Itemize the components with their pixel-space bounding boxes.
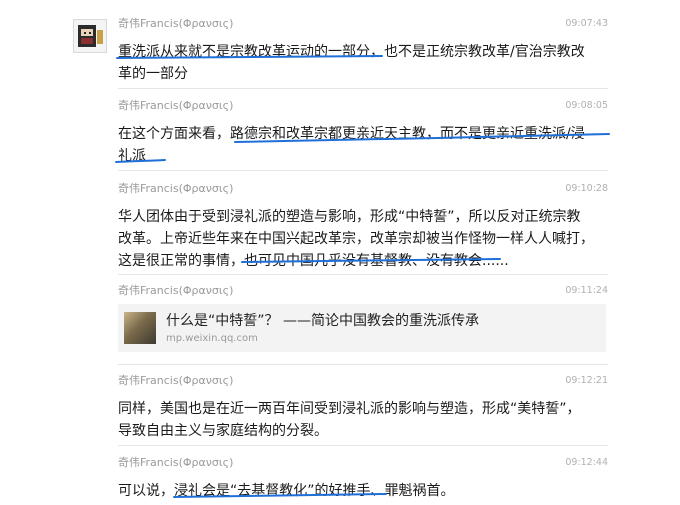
message-item[interactable]: 奇伟Francis(Φρανσις) 09:07:43 重洗派从来就不是宗教改革… bbox=[118, 17, 608, 82]
chat-history: 奇伟Francis(Φρανσις) 09:07:43 重洗派从来就不是宗教改革… bbox=[0, 0, 680, 505]
divider bbox=[118, 170, 608, 171]
link-title: 什么是“中特誓”？ ——简论中国教会的重洗派传承 bbox=[166, 313, 479, 329]
message-text: 重洗派从来就不是宗教改革运动的一部分，也不是正统宗教改革/官治宗教改 革的一部分 bbox=[118, 44, 585, 82]
divider bbox=[118, 364, 608, 365]
message-item[interactable]: 奇伟Francis(Φρανσις) 09:12:21 同样，美国也是在近一两百… bbox=[118, 374, 608, 439]
sender-name: 奇伟Francis(Φρανσις) bbox=[118, 182, 234, 195]
sender-name: 奇伟Francis(Φρανσις) bbox=[118, 17, 234, 30]
sender-name: 奇伟Francis(Φρανσις) bbox=[118, 284, 234, 297]
message-text: 在这个方面来看，路德宗和改革宗都更亲近天主教，而不是更亲近重洗派/浸 礼派 bbox=[118, 126, 585, 164]
link-url: mp.weixin.qq.com bbox=[166, 333, 258, 344]
message-time: 09:12:21 bbox=[565, 375, 608, 386]
message-text: 可以说，浸礼会是“去基督教化”的好推手、罪魁祸首。 bbox=[118, 483, 455, 499]
message-item[interactable]: 奇伟Francis(Φρανσις) 09:08:05 在这个方面来看，路德宗和… bbox=[118, 99, 608, 164]
article-thumbnail bbox=[124, 312, 156, 344]
divider bbox=[118, 88, 608, 89]
message-item[interactable]: 奇伟Francis(Φρανσις) 09:11:24 bbox=[118, 284, 608, 304]
divider bbox=[118, 274, 608, 275]
sender-name: 奇伟Francis(Φρανσις) bbox=[118, 99, 234, 112]
message-time: 09:08:05 bbox=[565, 100, 608, 111]
divider bbox=[118, 445, 608, 446]
message-time: 09:10:28 bbox=[565, 183, 608, 194]
avatar[interactable] bbox=[73, 19, 107, 53]
message-text: 同样，美国也是在近一两百年间受到浸礼派的影响与塑造，形成“美特誓”， 导致自由主… bbox=[118, 401, 581, 439]
sender-name: 奇伟Francis(Φρανσις) bbox=[118, 374, 234, 387]
message-time: 09:07:43 bbox=[565, 18, 608, 29]
message-text: 华人团体由于受到浸礼派的塑造与影响，形成“中特誓”，所以反对正统宗教 改革。上帝… bbox=[118, 209, 594, 269]
link-card[interactable]: 什么是“中特誓”？ ——简论中国教会的重洗派传承 mp.weixin.qq.co… bbox=[118, 304, 606, 352]
message-time: 09:11:24 bbox=[565, 285, 608, 296]
sender-name: 奇伟Francis(Φρανσις) bbox=[118, 456, 234, 469]
message-item[interactable]: 奇伟Francis(Φρανσις) 09:12:44 可以说，浸礼会是“去基督… bbox=[118, 456, 608, 500]
message-time: 09:12:44 bbox=[565, 457, 608, 468]
message-item[interactable]: 奇伟Francis(Φρανσις) 09:10:28 华人团体由于受到浸礼派的… bbox=[118, 182, 608, 269]
